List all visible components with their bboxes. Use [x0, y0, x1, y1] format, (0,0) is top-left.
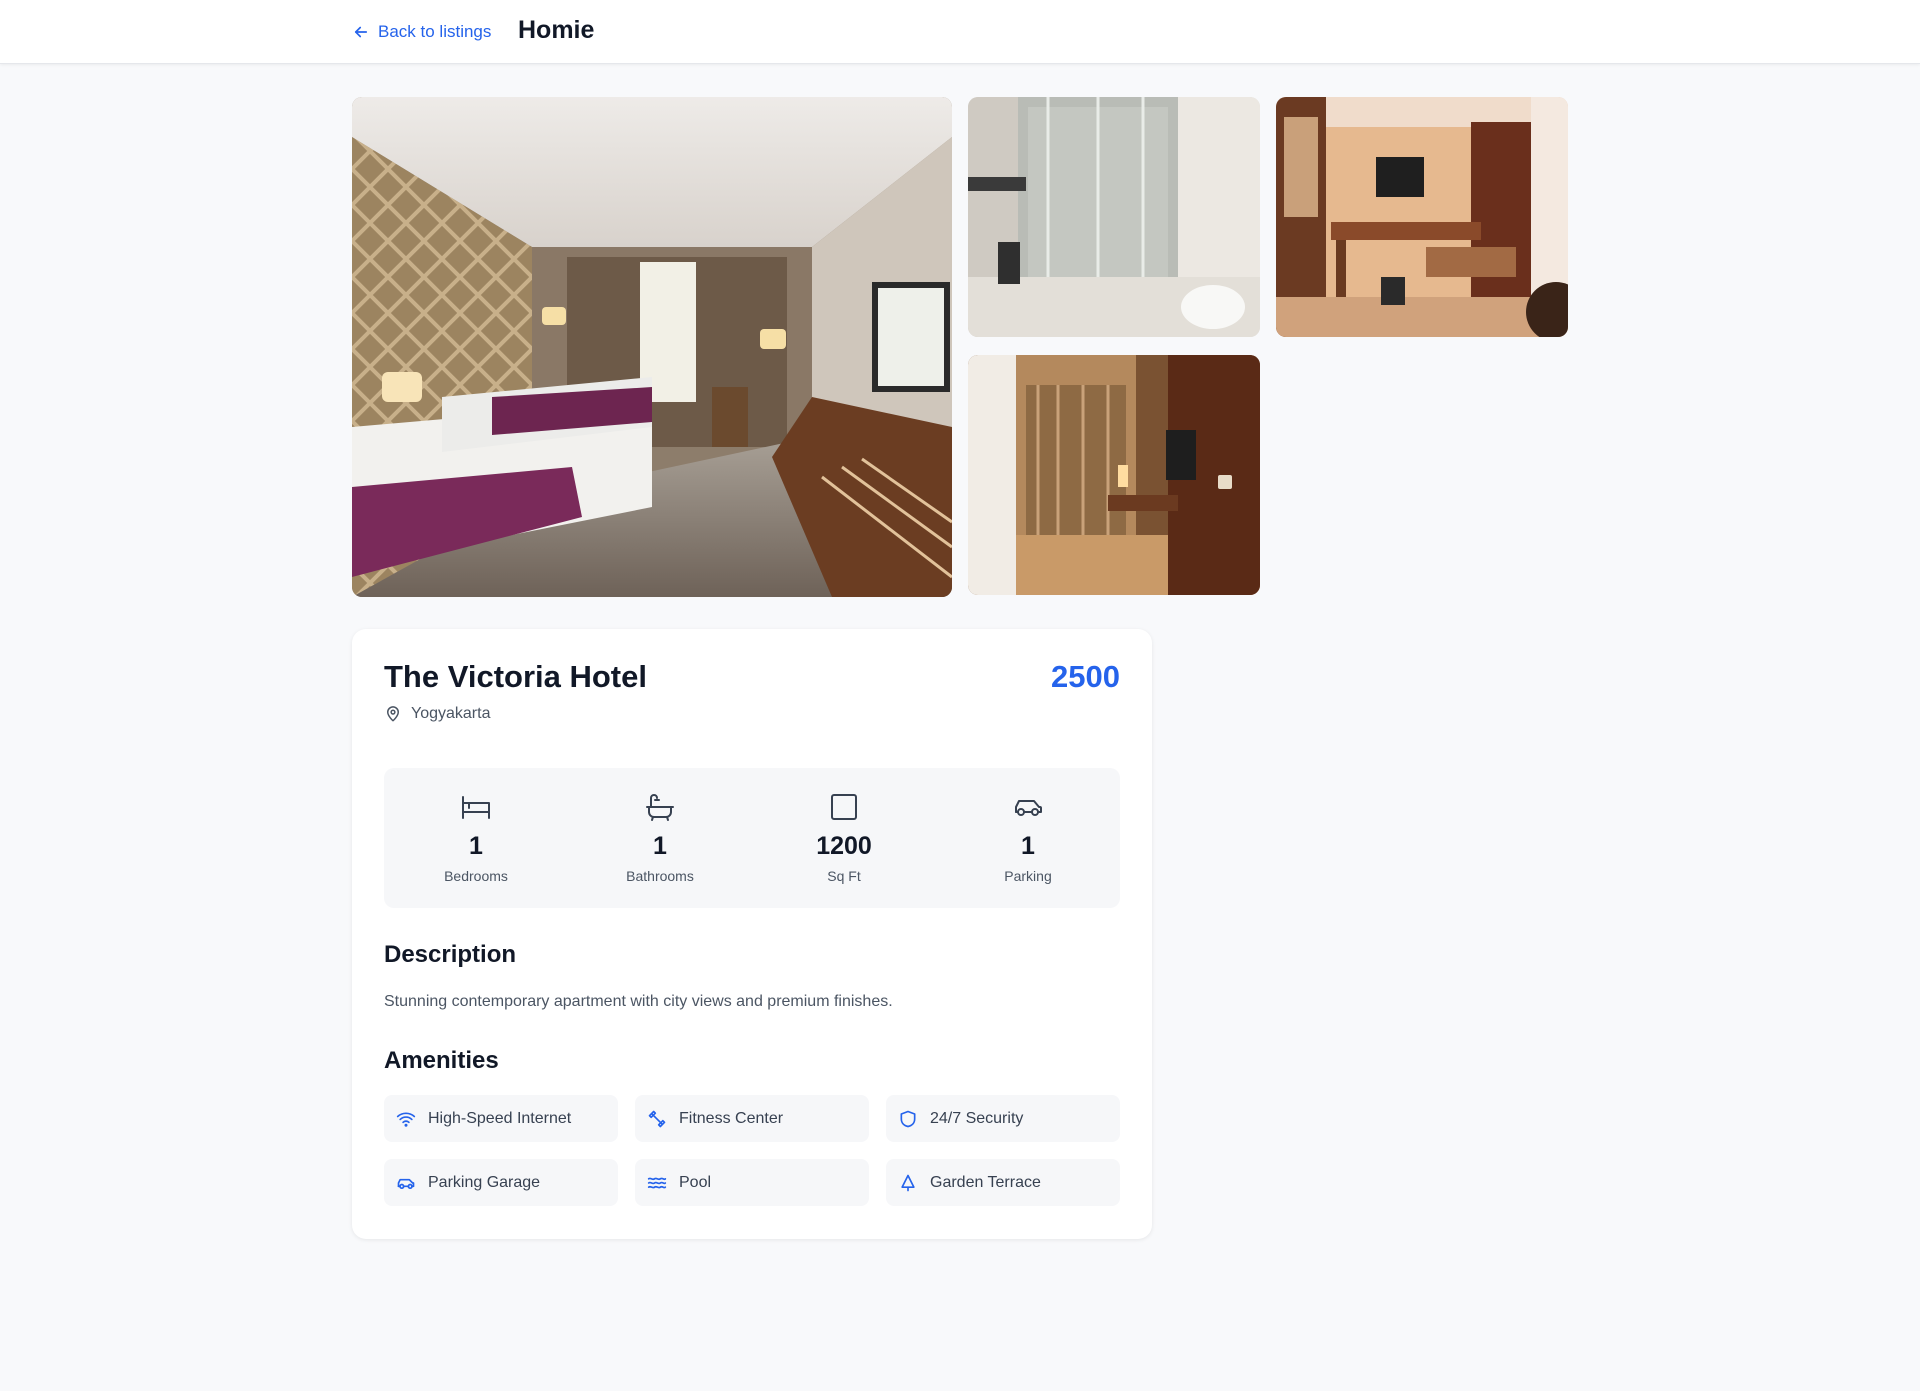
amenity-label: Fitness Center	[679, 1109, 784, 1127]
arrow-left-icon	[354, 26, 368, 38]
amenity-item: Fitness Center	[635, 1095, 869, 1142]
stat-value: 1	[653, 832, 667, 860]
shield-icon	[900, 1110, 916, 1127]
stat-value: 1	[469, 832, 483, 860]
listing-details-card: The Victoria Hotel 2500 Yogyakarta 1 Bed…	[352, 629, 1152, 1239]
dumbbell-icon	[648, 1110, 666, 1127]
wifi-icon	[396, 1112, 416, 1127]
amenity-item: High-Speed Internet	[384, 1095, 618, 1142]
stat-bathrooms: 1 Bathrooms	[568, 768, 752, 908]
hallway-photo[interactable]	[968, 355, 1260, 595]
listing-title: The Victoria Hotel	[384, 659, 647, 694]
bathroom-photo[interactable]	[968, 97, 1260, 337]
brand-logo: Homie	[518, 16, 595, 44]
back-link-label: Back to listings	[378, 22, 492, 41]
amenity-label: 24/7 Security	[930, 1109, 1024, 1127]
description-heading: Description	[384, 941, 517, 968]
property-stats: 1 Bedrooms 1 Bathrooms 1200 Sq Ft 1 Park…	[384, 768, 1120, 908]
stat-bedrooms: 1 Bedrooms	[384, 768, 568, 908]
bedroom-main-photo[interactable]	[352, 97, 952, 597]
stat-label: Bedrooms	[444, 868, 508, 884]
car-icon	[397, 1178, 415, 1189]
car-icon	[1015, 800, 1042, 816]
bed-icon	[462, 796, 490, 819]
description-text: Stunning contemporary apartment with cit…	[384, 993, 893, 1010]
map-pin-icon	[387, 706, 399, 722]
stat-label: Sq Ft	[827, 868, 861, 884]
amenity-label: Garden Terrace	[930, 1173, 1041, 1191]
bath-icon	[646, 794, 674, 821]
amenity-label: Pool	[679, 1173, 712, 1191]
tree-icon	[901, 1174, 915, 1191]
amenities-heading: Amenities	[384, 1047, 499, 1074]
stat-value: 1200	[816, 832, 872, 860]
amenity-item: Parking Garage	[384, 1159, 618, 1206]
amenity-item: Pool	[635, 1159, 869, 1206]
amenity-label: Parking Garage	[428, 1173, 541, 1191]
amenities-list: High-Speed Internet Fitness Center 24/7 …	[384, 1095, 1120, 1206]
stat-label: Bathrooms	[626, 868, 694, 884]
back-to-listings-link[interactable]: Back to listings	[352, 18, 491, 46]
location-label: Yogyakarta	[411, 705, 491, 722]
amenity-item: Garden Terrace	[886, 1159, 1120, 1206]
stat-parking: 1 Parking	[936, 768, 1120, 908]
square-icon	[831, 794, 857, 820]
waves-icon	[647, 1177, 667, 1188]
listing-price: 2500	[1051, 659, 1120, 694]
desk-tv-photo[interactable]	[1276, 97, 1568, 337]
amenity-item: 24/7 Security	[886, 1095, 1120, 1142]
top-bar: Back to listings Homie	[0, 0, 1920, 64]
stat-label: Parking	[1004, 868, 1052, 884]
amenity-label: High-Speed Internet	[428, 1109, 572, 1127]
listing-location: Yogyakarta	[384, 705, 490, 723]
stat-sqft: 1200 Sq Ft	[752, 768, 936, 908]
stat-value: 1	[1021, 832, 1035, 860]
